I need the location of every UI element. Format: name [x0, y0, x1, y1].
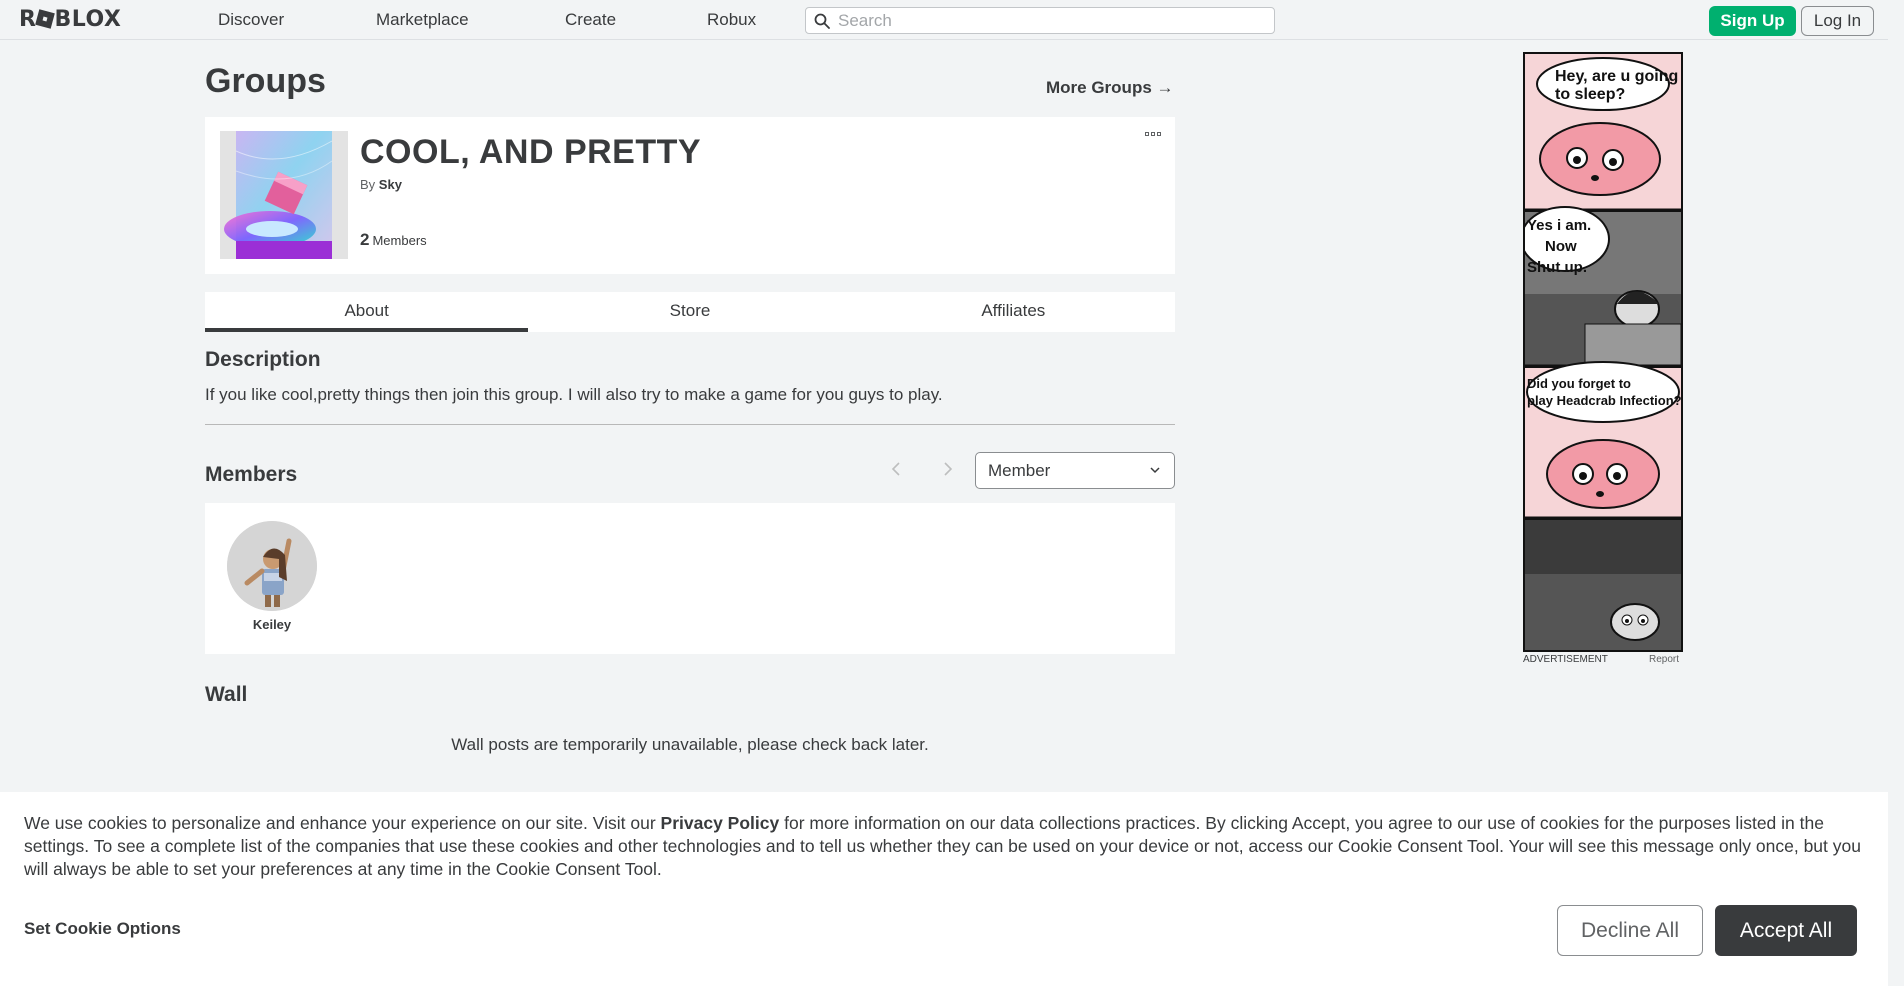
ad-panel2-line3: Shut up. [1527, 259, 1587, 276]
ad-panel1-line2: to sleep? [1555, 86, 1625, 103]
sign-up-button[interactable]: Sign Up [1709, 6, 1796, 36]
tab-about[interactable]: About [205, 292, 529, 332]
accept-all-button[interactable]: Accept All [1715, 905, 1857, 956]
svg-text:play Headcrab Infection?: play Headcrab Infection? [1527, 393, 1681, 408]
advertisement-banner[interactable]: Hey, are u going to sleep? Yes i am. Now… [1523, 52, 1683, 652]
role-dropdown-value: Member [988, 461, 1051, 480]
svg-text:Shut up.: Shut up. [1527, 259, 1587, 276]
logo-letter-r: R [19, 7, 37, 32]
cookie-notice-text: We use cookies to personalize and enhanc… [24, 812, 1874, 881]
page-scrollbar[interactable] [1888, 0, 1904, 986]
logo-o-icon [35, 9, 56, 29]
search-box [805, 7, 1275, 34]
member-name[interactable]: Keiley [227, 617, 317, 632]
top-navigation-bar: R BLOX Discover Marketplace Create Robux … [0, 0, 1904, 40]
chevron-left-icon[interactable] [888, 459, 904, 479]
wall-heading: Wall [205, 683, 248, 706]
cookie-text-before: We use cookies to personalize and enhanc… [24, 813, 661, 833]
logo-letters-blox: BLOX [54, 7, 122, 32]
member-count-label: Members [372, 233, 427, 248]
member-count-number: 2 [360, 230, 370, 249]
group-emblem-image [220, 131, 348, 259]
advertisement-label: ADVERTISEMENT [1523, 654, 1608, 665]
nav-link-marketplace[interactable]: Marketplace [376, 10, 469, 30]
more-options-icon[interactable] [1145, 132, 1163, 140]
tab-store[interactable]: Store [528, 292, 851, 332]
ad-panel3-line2: play Headcrab Infection? [1527, 393, 1681, 408]
decline-all-button[interactable]: Decline All [1557, 905, 1703, 956]
ad-panel1-line1: Hey, are u going [1555, 68, 1678, 85]
members-list: Keiley [205, 503, 1175, 654]
search-icon [814, 13, 830, 29]
members-heading: Members [205, 463, 298, 486]
member-count: 2 Members [360, 230, 427, 250]
svg-text:Did you forget to: Did you forget to [1527, 376, 1631, 391]
svg-text:Hey, are u going: Hey, are u going [1555, 68, 1678, 85]
privacy-policy-link[interactable]: Privacy Policy [661, 813, 780, 833]
nav-link-robux[interactable]: Robux [707, 10, 756, 30]
roblox-logo[interactable]: R BLOX [19, 9, 121, 31]
avatar[interactable] [227, 521, 317, 611]
role-dropdown[interactable]: Member [975, 452, 1175, 489]
group-header-card: COOL, AND PRETTY By Sky 2 Members [205, 117, 1175, 274]
log-in-button[interactable]: Log In [1801, 6, 1874, 36]
search-input[interactable] [838, 11, 1258, 31]
chevron-right-icon[interactable] [940, 459, 956, 479]
ad-panel2-line1: Yes i am. [1527, 217, 1591, 234]
set-cookie-options-link[interactable]: Set Cookie Options [24, 919, 181, 939]
group-tabs: About Store Affiliates [205, 292, 1175, 332]
member-card[interactable]: Keiley [227, 521, 317, 632]
group-owner-line: By Sky [360, 177, 402, 192]
svg-text:to sleep?: to sleep? [1555, 86, 1625, 103]
more-groups-link[interactable]: More Groups → [1046, 78, 1174, 98]
group-description: If you like cool,pretty things then join… [205, 385, 943, 404]
ad-panel3-line1: Did you forget to [1527, 376, 1631, 391]
report-ad-link[interactable]: Report [1649, 654, 1679, 665]
group-name: COOL, AND PRETTY [360, 133, 702, 171]
wall-unavailable-message: Wall posts are temporarily unavailable, … [451, 735, 929, 754]
nav-link-discover[interactable]: Discover [218, 10, 284, 30]
svg-text:Now: Now [1545, 238, 1577, 255]
group-owner-link[interactable]: Sky [379, 177, 402, 192]
section-divider [205, 424, 1175, 425]
ad-panel2-line2: Now [1545, 238, 1577, 255]
svg-text:Yes i am.: Yes i am. [1527, 217, 1591, 234]
description-heading: Description [205, 348, 321, 371]
nav-link-create[interactable]: Create [565, 10, 616, 30]
cookie-consent-banner: We use cookies to personalize and enhanc… [0, 792, 1888, 986]
tab-affiliates[interactable]: Affiliates [852, 292, 1175, 332]
chevron-down-icon [1150, 467, 1160, 474]
by-label: By [360, 177, 376, 192]
page-title: Groups [205, 62, 326, 100]
